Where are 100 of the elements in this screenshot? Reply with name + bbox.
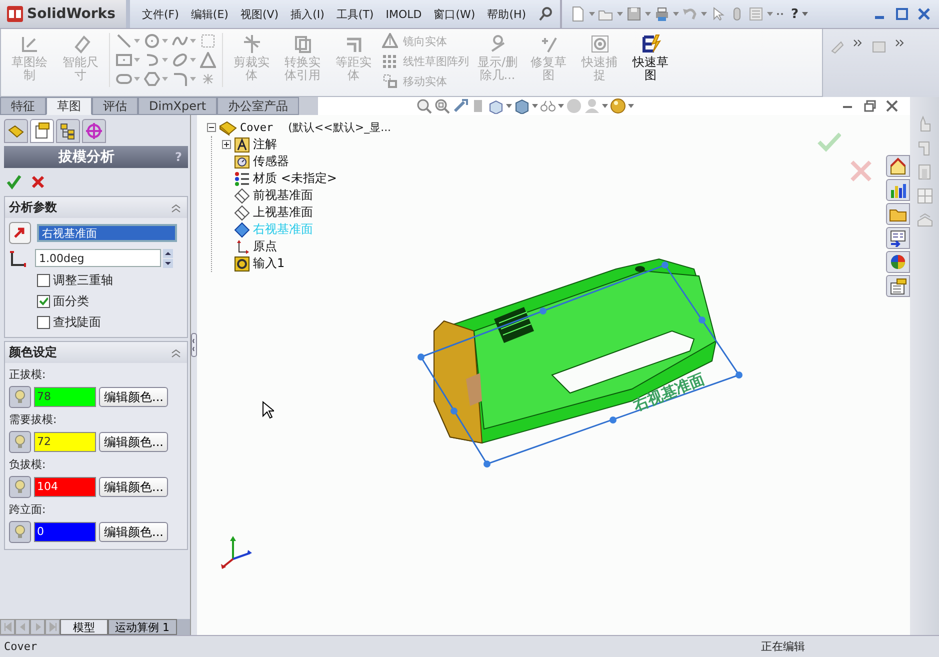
edit-color-button[interactable]: 编辑颜色...: [99, 477, 168, 497]
tree-item[interactable]: 材质 <未指定>: [253, 170, 337, 187]
nav-prev-button[interactable]: [15, 619, 30, 635]
dropdown-caret-icon[interactable]: [162, 39, 168, 43]
arc-icon[interactable]: [144, 52, 160, 68]
expand-icon[interactable]: [222, 140, 231, 149]
dropdown-caret-icon[interactable]: [190, 58, 196, 62]
new-document-icon[interactable]: [570, 6, 586, 22]
edit-color-button[interactable]: 编辑颜色...: [99, 522, 168, 542]
dropdown-caret-icon[interactable]: [134, 77, 140, 81]
nav-first-button[interactable]: [0, 619, 15, 635]
collapse-handle-icon[interactable]: [191, 333, 197, 357]
panel-tab[interactable]: [30, 119, 54, 143]
edit-color-button[interactable]: 编辑颜色...: [99, 387, 168, 407]
maximize-icon[interactable]: [895, 7, 909, 21]
dropdown-caret-icon[interactable]: [190, 39, 196, 43]
pin-icon[interactable]: [538, 6, 554, 22]
collapse-icon[interactable]: [207, 123, 216, 132]
slot-icon[interactable]: [116, 71, 132, 87]
direction-arrow-button-icon[interactable]: [9, 222, 31, 244]
confirm-checkmark-icon[interactable]: [817, 132, 841, 152]
tree-item[interactable]: 注解: [253, 136, 277, 153]
dropdown-caret-icon[interactable]: [190, 77, 196, 81]
menu-item[interactable]: IMOLD: [386, 8, 422, 20]
task-pane-tab[interactable]: [886, 227, 910, 249]
tree-item[interactable]: 输入1: [253, 255, 285, 272]
menu-item[interactable]: 工具(T): [336, 6, 374, 22]
dropdown-caret-icon[interactable]: [589, 12, 596, 16]
dropdown-caret-icon[interactable]: [767, 12, 774, 16]
light-bulb-button[interactable]: [9, 431, 31, 453]
tab[interactable]: 评估: [92, 97, 138, 115]
checkbox[interactable]: [37, 274, 50, 287]
restore-icon[interactable]: [864, 100, 876, 112]
tree-item[interactable]: 上视基准面: [253, 204, 313, 221]
help-button[interactable]: ?: [791, 6, 799, 22]
panel-tab[interactable]: [4, 119, 28, 143]
dropdown-caret-icon[interactable]: [645, 12, 652, 16]
menu-item[interactable]: 编辑(E): [190, 6, 228, 22]
dropdown-caret-icon[interactable]: [532, 104, 538, 108]
tab[interactable]: 草图: [46, 97, 92, 115]
dropdown-caret-icon[interactable]: [701, 12, 708, 16]
menu-item[interactable]: 文件(F): [142, 6, 179, 22]
rectangle-icon[interactable]: [116, 52, 132, 68]
dropdown-caret-icon[interactable]: [628, 104, 634, 108]
ribbon-button[interactable]: 快速草图: [628, 33, 673, 82]
panel-tab[interactable]: [56, 119, 80, 143]
line-icon[interactable]: [116, 33, 132, 49]
ok-checkmark-icon[interactable]: [6, 174, 22, 190]
close-icon[interactable]: [917, 7, 931, 21]
previous-view-icon[interactable]: [452, 98, 468, 114]
zoom-to-fit-icon[interactable]: [416, 98, 432, 114]
menu-item[interactable]: 视图(V): [240, 6, 279, 22]
tab[interactable]: 办公室产品: [217, 97, 300, 115]
chevron-icon[interactable]: [895, 39, 905, 47]
checkbox[interactable]: [37, 295, 50, 308]
dropdown-caret-icon[interactable]: [506, 104, 512, 108]
tab[interactable]: 模型: [60, 619, 108, 635]
grid-icon[interactable]: [916, 187, 934, 205]
zoom-area-icon[interactable]: [434, 98, 450, 114]
dropdown-caret-icon[interactable]: [802, 12, 808, 16]
dropdown-caret-icon[interactable]: [602, 104, 608, 108]
close-icon[interactable]: [886, 100, 898, 112]
block-icon[interactable]: [916, 163, 934, 181]
undo-icon[interactable]: [682, 6, 698, 22]
menu-item[interactable]: 窗口(W): [434, 6, 476, 22]
tab[interactable]: DimXpert: [138, 97, 218, 115]
chevron-icon[interactable]: [853, 39, 863, 47]
cancel-x-icon[interactable]: [30, 174, 46, 190]
edit-color-button[interactable]: 编辑颜色...: [99, 432, 168, 452]
point-icon[interactable]: [200, 71, 216, 87]
spin-up-icon[interactable]: [163, 248, 173, 258]
ellipse-icon[interactable]: [172, 52, 188, 68]
dropdown-caret-icon[interactable]: [673, 12, 680, 16]
task-pane-tab[interactable]: [886, 155, 910, 177]
light-bulb-button[interactable]: [9, 386, 31, 408]
tab[interactable]: 运动算例 1: [108, 619, 176, 635]
task-pane-tab[interactable]: [886, 275, 910, 297]
nav-next-button[interactable]: [30, 619, 45, 635]
dropdown-caret-icon[interactable]: [134, 58, 140, 62]
tree-item[interactable]: 原点: [253, 238, 277, 255]
tree-item[interactable]: Cover: [240, 121, 274, 134]
tree-item[interactable]: 传感器: [253, 153, 289, 170]
task-pane-tab[interactable]: [886, 203, 910, 225]
tree-item[interactable]: 前视基准面: [253, 187, 313, 204]
menu-item[interactable]: 插入(I): [290, 6, 324, 22]
dropdown-caret-icon[interactable]: [558, 104, 564, 108]
more-icon[interactable]: [776, 12, 784, 16]
light-bulb-button[interactable]: [9, 476, 31, 498]
tool-icon[interactable]: [829, 39, 845, 55]
polygon-icon[interactable]: [144, 71, 160, 87]
task-pane-tab[interactable]: [886, 179, 910, 201]
fillet-icon[interactable]: [172, 71, 188, 87]
printer-icon[interactable]: [654, 6, 670, 22]
circle-icon[interactable]: [144, 33, 160, 49]
appearance-ball-icon[interactable]: [610, 98, 626, 114]
stack-icon[interactable]: [916, 211, 934, 229]
menu-item[interactable]: 帮助(H): [487, 6, 526, 22]
dropdown-caret-icon[interactable]: [162, 77, 168, 81]
options-icon[interactable]: [748, 6, 764, 22]
save-icon[interactable]: [626, 6, 642, 22]
